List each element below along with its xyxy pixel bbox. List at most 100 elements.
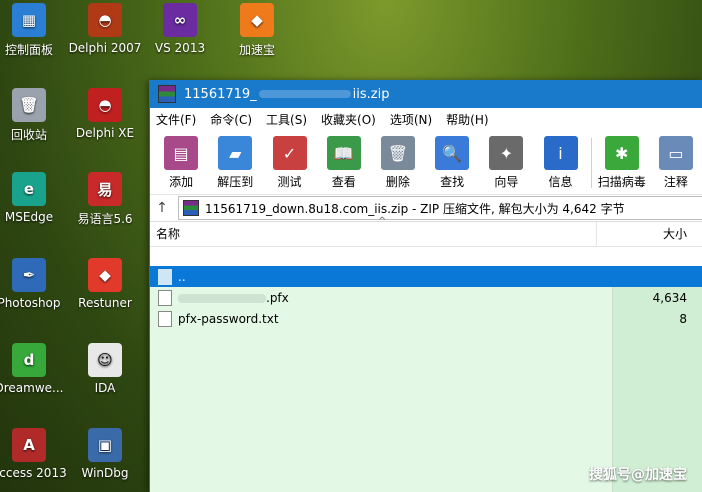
view-book-icon: 📖 [326,136,361,170]
address-bar: ↑ 11561719_down.8u18.com_iis.zip - ZIP 压… [150,195,702,222]
window-title-suffix: iis.zip [352,86,390,102]
extract-to-button[interactable]: ▰ 解压到 [208,130,262,190]
add-button[interactable]: ▤ 添加 [154,130,208,190]
toolbar-label: 扫描病毒 [597,175,646,189]
desktop-icon-dreamweaver[interactable]: d Dreamwe... [0,343,68,395]
menu-command[interactable]: 命令(C) [210,111,252,128]
desktop-icon-ida[interactable]: ☺ IDA [66,343,144,395]
file-size: 8 [679,311,687,326]
menu-bar: 文件(F) 命令(C) 工具(S) 收藏夹(O) 选项(N) 帮助(H) [150,108,702,130]
helmet-icon: ◓ [88,3,122,37]
desktop-icon-restuner[interactable]: ◆ Restuner [66,258,144,310]
sort-indicator-icon: ^ [378,216,387,227]
visual-studio-icon: ∞ [163,3,197,37]
desktop-icon-label: 加速宝 [238,43,275,57]
desktop-icon-delphi-xe[interactable]: ◓ Delphi XE [66,88,144,140]
file-name: pfx-password.txt [178,311,279,326]
control-panel-icon: ▦ [12,3,46,37]
desktop-icon-label: MSEdge [4,210,54,224]
feather-icon: ✒ [12,258,46,292]
desktop-icon-label: IDA [94,381,116,395]
file-name: .. [178,269,186,284]
speed-icon: ◆ [240,3,274,37]
desktop-icon-label: Photoshop [0,296,61,310]
toolbar: ▤ 添加 ▰ 解压到 ✓ 测试 📖 查看 🗑 删除 🔍 查找 ✦ 向导 i 信息… [150,130,702,195]
toolbar-label: 信息 [548,175,573,189]
toolbar-separator [590,138,592,188]
desktop-icon-control-panel[interactable]: ▦ 控制面板 [0,3,68,58]
file-size: 4,634 [652,290,687,305]
menu-help[interactable]: 帮助(H) [446,111,488,128]
debugger-icon: ▣ [88,428,122,462]
title-bar[interactable]: 11561719_ iis.zip [150,80,702,108]
desktop-icon-e-language[interactable]: 易 易语言5.6 [66,172,144,227]
text-file-icon [158,310,172,327]
menu-file[interactable]: 文件(F) [156,111,196,128]
list-item[interactable]: .pfx 4,634 [150,287,702,308]
desktop-icon-label: Access 2013 [0,466,67,480]
info-icon: i [543,136,578,170]
toolbar-label: 注释 [663,175,688,189]
desktop-icon-label: Delphi 2007 [68,41,142,55]
diamond-icon: ◆ [88,258,122,292]
e-language-icon: 易 [88,172,122,206]
redacted-title-segment [258,90,351,98]
winrar-window: 11561719_ iis.zip 文件(F) 命令(C) 工具(S) 收藏夹(… [149,80,702,492]
info-button[interactable]: i 信息 [533,130,587,190]
folder-up-icon [158,268,172,285]
toolbar-label: 向导 [494,175,519,189]
desktop-icon-msedge[interactable]: e MSEdge [0,172,68,224]
delete-trash-icon: 🗑 [380,136,415,170]
wizard-button[interactable]: ✦ 向导 [479,130,533,190]
desktop-icon-label: 回收站 [10,128,47,142]
desktop-icon-photoshop[interactable]: ✒ Photoshop [0,258,68,310]
column-header-name[interactable]: 名称 [150,222,596,246]
find-magnifier-icon: 🔍 [435,136,470,170]
helmet-icon: ◓ [88,88,122,122]
desktop-icon-label: Delphi XE [75,126,135,140]
list-item[interactable]: pfx-password.txt 8 [150,308,702,329]
toolbar-label: 删除 [385,175,410,189]
scan-virus-button[interactable]: ✱ 扫描病毒 [595,130,649,190]
archive-path-field[interactable]: 11561719_down.8u18.com_iis.zip - ZIP 压缩文… [178,196,702,220]
desktop-icon-vs-2013[interactable]: ∞ VS 2013 [141,3,219,55]
desktop-icon-label: 控制面板 [4,43,53,57]
window-title-prefix: 11561719_ [184,86,257,102]
desktop-icon-windbg[interactable]: ▣ WinDbg [66,428,144,480]
redacted-file-name [178,293,266,303]
up-arrow-icon[interactable]: ↑ [150,200,174,216]
desktop-icon-label: Restuner [78,296,132,310]
desktop-icon-label: Dreamwe... [0,381,64,395]
zip-archive-icon [183,200,199,216]
comment-button[interactable]: ▭ 注释 [649,130,702,190]
scan-virus-icon: ✱ [604,136,639,170]
menu-favorites[interactable]: 收藏夹(O) [321,111,376,128]
list-header: ^ 名称 大小 [150,216,702,247]
wizard-wand-icon: ✦ [489,136,524,170]
comment-icon: ▭ [658,136,693,170]
toolbar-label: 测试 [277,175,302,189]
desktop-icon-recycle-bin[interactable]: 🗑 回收站 [0,88,68,143]
delete-button[interactable]: 🗑 删除 [371,130,425,190]
add-archive-icon: ▤ [164,136,199,170]
column-header-size[interactable]: 大小 [596,222,702,246]
desktop-icon-delphi-2007[interactable]: ◓ Delphi 2007 [66,3,144,55]
desktop-icon-label: VS 2013 [154,41,206,55]
menu-options[interactable]: 选项(N) [390,111,432,128]
test-button[interactable]: ✓ 测试 [262,130,316,190]
archive-path-text: 11561719_down.8u18.com_iis.zip - ZIP 压缩文… [205,201,625,216]
desktop-icon-access[interactable]: A Access 2013 [0,428,68,480]
test-clipboard-icon: ✓ [272,136,307,170]
watermark: 搜狐号@加速宝 [589,467,687,483]
view-button[interactable]: 📖 查看 [317,130,371,190]
find-button[interactable]: 🔍 查找 [425,130,479,190]
toolbar-label: 解压到 [217,175,254,189]
desktop-icon-jiasubao[interactable]: ◆ 加速宝 [218,3,296,58]
portrait-icon: ☺ [88,343,122,377]
list-item-parent[interactable]: .. [150,266,702,287]
menu-tools[interactable]: 工具(S) [266,111,307,128]
desktop-icon-label: WinDbg [81,466,129,480]
toolbar-label: 查看 [331,175,356,189]
desktop-icon-label: 易语言5.6 [77,212,133,226]
access-icon: A [12,428,46,462]
